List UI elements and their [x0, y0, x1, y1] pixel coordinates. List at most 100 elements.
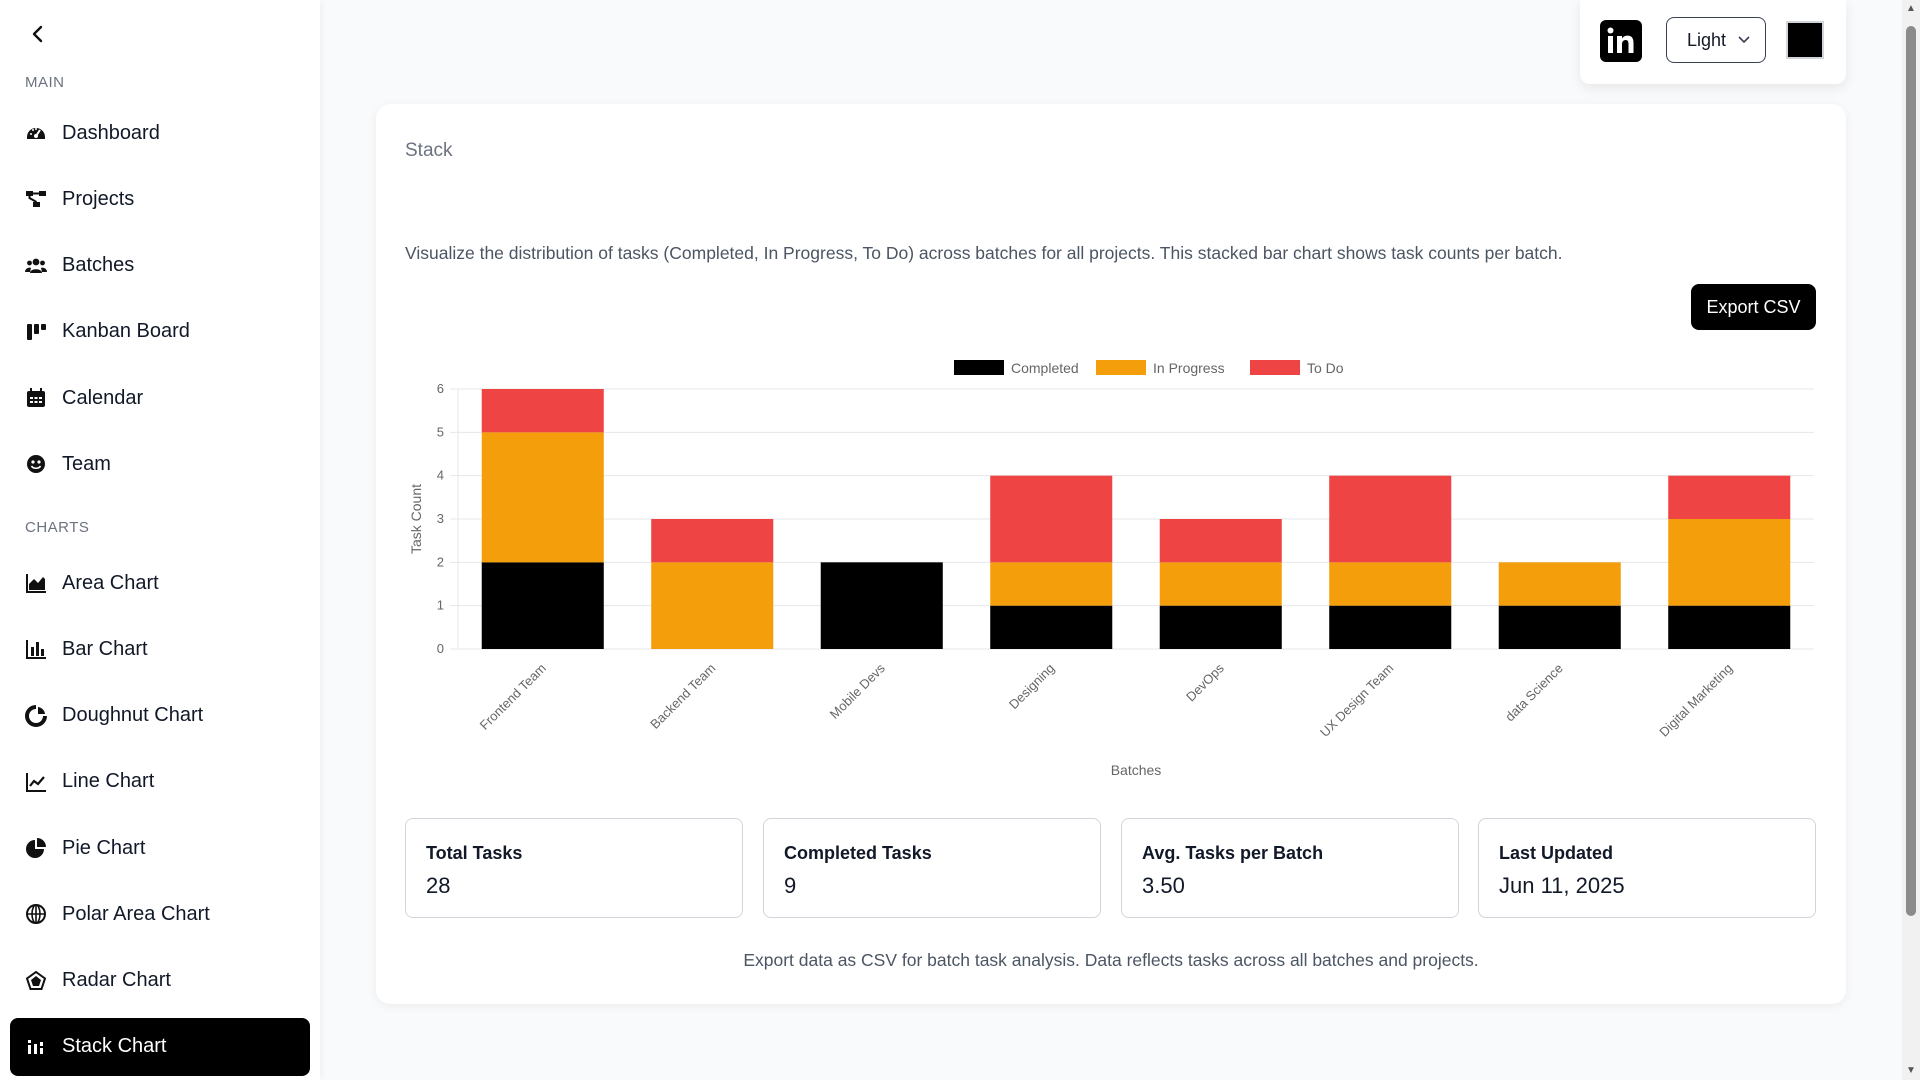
linkedin-icon[interactable] — [1600, 20, 1642, 62]
stat-card-last-updated: Last Updated Jun 11, 2025 — [1478, 818, 1816, 918]
sidebar-item-label: Radar Chart — [62, 969, 171, 991]
x-tick-label: DevOps — [1183, 660, 1227, 704]
sidebar-item-label: Polar Area Chart — [62, 902, 210, 925]
sidebar-item-stack-chart[interactable]: Stack Chart — [10, 1017, 310, 1076]
y-axis-title: Task Count — [408, 484, 424, 554]
sidebar-item-batches[interactable]: Batches — [10, 237, 310, 295]
footer-note: Export data as CSV for batch task analys… — [743, 950, 1479, 970]
sitemap-icon — [24, 187, 48, 211]
y-tick-label: 3 — [437, 511, 444, 526]
sidebar-item-label: Projects — [62, 187, 135, 210]
bar-completed-ux-design-team — [1329, 605, 1452, 649]
x-axis-title: Batches — [1111, 762, 1162, 778]
bar-in-progress-devops — [1159, 562, 1282, 606]
stack-chart-icon — [24, 1035, 48, 1059]
main-section-label: MAIN — [25, 74, 65, 91]
chevron-down-icon — [1738, 36, 1750, 44]
y-tick-label: 5 — [437, 424, 444, 439]
line-chart-icon — [24, 770, 48, 794]
bar-in-progress-designing — [990, 562, 1113, 606]
color-picker[interactable] — [1786, 21, 1824, 59]
area-chart-icon — [24, 571, 48, 595]
sidebar-item-label: Doughnut Chart — [62, 704, 204, 726]
bar-chart-icon — [24, 637, 48, 661]
stack-chart-card: Stack Visualize the distribution of task… — [376, 104, 1846, 1004]
stacked-bar-chart: 0 1 2 3 4 5 6 Frontend Team Backend Team Mobile D… — [408, 360, 1814, 778]
x-tick-label: Digital Marketing — [1656, 661, 1735, 740]
charts-section-label: CHARTS — [25, 519, 90, 536]
bar-in-progress-ux-design-team — [1329, 562, 1452, 606]
sidebar: MAIN Dashboard Projects Batches Kanban Boar… — [0, 0, 320, 1080]
gauge-icon — [24, 121, 48, 145]
bar-to-do-designing — [990, 475, 1113, 563]
x-tick-label: UX Design Team — [1317, 661, 1396, 740]
top-toolbar: Light — [1580, 0, 1846, 84]
sidebar-item-polar-area-chart[interactable]: Polar Area Chart — [10, 885, 310, 943]
sidebar-item-calendar[interactable]: Calendar — [10, 369, 310, 427]
sidebar-item-pie-chart[interactable]: Pie Chart — [10, 819, 310, 877]
bar-to-do-backend-team — [651, 519, 774, 563]
x-tick-label: Designing — [1006, 661, 1057, 712]
sidebar-item-dashboard[interactable]: Dashboard — [10, 104, 310, 162]
sidebar-item-label: Line Chart — [62, 770, 155, 793]
x-tick-label: Frontend Team — [477, 661, 549, 733]
calendar-icon — [24, 386, 48, 410]
x-tick-label: Backend Team — [647, 661, 718, 732]
sidebar-item-team[interactable]: Team — [10, 435, 310, 493]
chevron-left-icon — [32, 25, 43, 43]
bar-completed-designing — [990, 605, 1113, 649]
radar-chart-icon — [24, 969, 48, 993]
bar-in-progress-backend-team — [651, 562, 774, 649]
stat-value: 9 — [784, 873, 797, 898]
legend-swatch-to-do — [1250, 360, 1300, 375]
sidebar-item-doughnut-chart[interactable]: Doughnut Chart — [10, 687, 310, 745]
sidebar-item-area-chart[interactable]: Area Chart — [10, 554, 310, 612]
stat-label: Last Updated — [1499, 843, 1614, 863]
sidebar-item-line-chart[interactable]: Line Chart — [10, 753, 310, 811]
bar-to-do-digital-marketing — [1668, 475, 1791, 519]
bar-completed-digital-marketing — [1668, 605, 1791, 649]
stat-label: Total Tasks — [426, 843, 523, 863]
bar-completed-devops — [1159, 605, 1282, 649]
users-icon — [24, 254, 48, 278]
bar-in-progress-frontend-team — [481, 432, 604, 563]
sidebar-item-label: Pie Chart — [62, 836, 146, 859]
bar-completed-data-science — [1498, 605, 1621, 649]
legend-swatch-in-progress — [1096, 360, 1146, 375]
sidebar-item-radar-chart[interactable]: Radar Chart — [10, 952, 310, 1010]
scroll-thumb[interactable] — [1906, 26, 1916, 916]
legend-label: To Do — [1307, 360, 1344, 376]
bar-completed-mobile-devs — [820, 562, 943, 649]
doughnut-chart-icon — [24, 704, 48, 728]
theme-select[interactable]: Light — [1666, 17, 1766, 63]
stat-label: Avg. Tasks per Batch — [1142, 843, 1324, 863]
y-tick-label: 4 — [437, 468, 444, 483]
sidebar-item-label: Stack Chart — [62, 1035, 167, 1058]
sidebar-item-label: Team — [62, 452, 111, 475]
back-button[interactable] — [22, 18, 54, 50]
legend-swatch-completed — [954, 360, 1004, 375]
pie-chart-icon — [24, 836, 48, 860]
polar-area-icon — [24, 902, 48, 926]
stat-card-avg-tasks-per-batch: Avg. Tasks per Batch 3.50 — [1121, 818, 1459, 918]
bar-completed-frontend-team — [481, 562, 604, 649]
x-tick-label: data Science — [1502, 661, 1566, 725]
page-scrollbar[interactable]: ▲ ▼ — [1902, 0, 1920, 1080]
team-icon — [24, 452, 48, 476]
sidebar-item-projects[interactable]: Projects — [10, 170, 310, 228]
scroll-up-icon[interactable]: ▲ — [1906, 4, 1916, 14]
scroll-down-icon[interactable]: ▼ — [1906, 1066, 1916, 1076]
sidebar-item-bar-chart[interactable]: Bar Chart — [10, 620, 310, 678]
bar-to-do-ux-design-team — [1329, 475, 1452, 563]
sidebar-item-kanban-board[interactable]: Kanban Board — [10, 303, 310, 361]
y-tick-label: 0 — [437, 641, 444, 656]
y-tick-label: 2 — [437, 554, 444, 569]
stat-value: 28 — [426, 873, 451, 898]
stat-value: 3.50 — [1142, 873, 1185, 898]
sidebar-item-label: Bar Chart — [62, 637, 148, 660]
stat-card-total-tasks: Total Tasks 28 — [405, 818, 743, 918]
bar-in-progress-data-science — [1498, 562, 1621, 606]
bar-to-do-frontend-team — [481, 389, 604, 433]
bar-in-progress-digital-marketing — [1668, 519, 1791, 606]
sidebar-item-label: Calendar — [62, 386, 144, 409]
